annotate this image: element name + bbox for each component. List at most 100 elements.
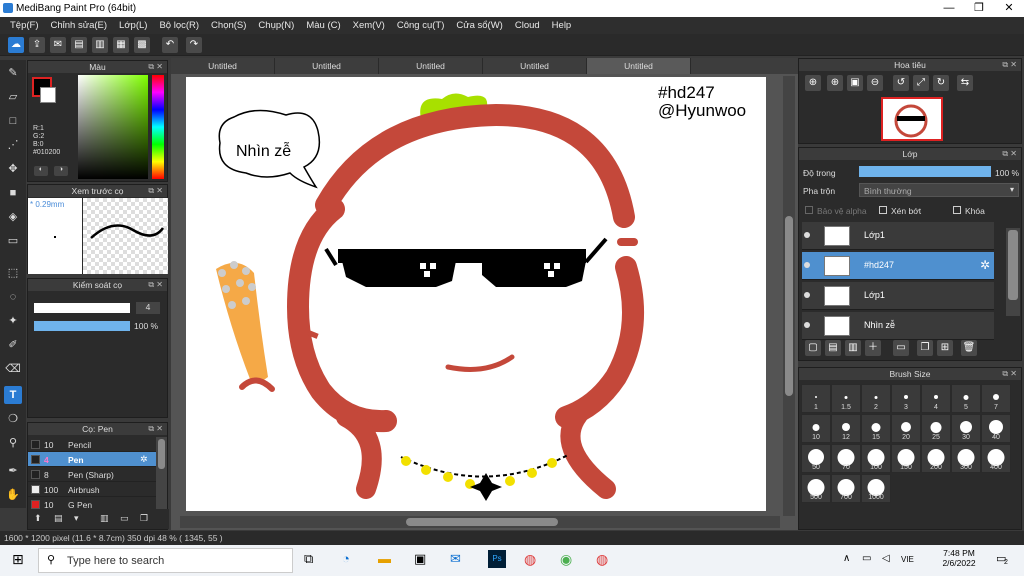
redo-icon[interactable]: ↷ xyxy=(186,37,202,53)
brush-size-cell[interactable]: 10 xyxy=(801,414,831,443)
panel-expand-icon[interactable]: ⧉ ✕ xyxy=(148,185,163,197)
menu-edit[interactable]: Chỉnh sửa(E) xyxy=(45,17,114,34)
tray-chevron-icon[interactable]: ∧ xyxy=(843,553,850,564)
brush-size-cell[interactable]: 30 xyxy=(951,414,981,443)
brush-list-scrollbar[interactable] xyxy=(156,437,167,509)
actual-size-icon[interactable]: ▣ xyxy=(847,75,863,91)
store-icon[interactable]: ▣ xyxy=(414,551,426,567)
panel-expand-icon[interactable]: ⧉ ✕ xyxy=(148,279,163,291)
gear-icon[interactable]: ✲ xyxy=(140,454,148,465)
language-indicator[interactable]: VIE xyxy=(901,555,914,564)
rect-tool-icon[interactable]: □ xyxy=(4,112,22,130)
navigator-thumbnail[interactable] xyxy=(881,97,943,141)
panel-expand-icon[interactable]: ⧉ ✕ xyxy=(1002,59,1017,71)
brush-size-cell[interactable]: 12 xyxy=(831,414,861,443)
hand-tool-icon[interactable]: ✋ xyxy=(4,486,22,504)
tab-untitled-1[interactable]: Untitled xyxy=(171,58,275,74)
panel-expand-icon[interactable]: ⧉ ✕ xyxy=(1002,148,1017,160)
brush-size-cell[interactable]: 5 xyxy=(951,384,981,413)
protect-alpha-checkbox[interactable] xyxy=(805,206,813,214)
menu-color[interactable]: Màu (C) xyxy=(300,17,346,34)
text-tool-icon[interactable]: T xyxy=(4,386,22,404)
minimize-button[interactable]: — xyxy=(934,0,964,17)
layer-opacity-slider[interactable] xyxy=(859,166,991,177)
palette-icon[interactable]: ◐ xyxy=(34,166,48,176)
rotate-right-icon[interactable]: ↻ xyxy=(933,75,949,91)
brush-size-cell[interactable]: 1000 xyxy=(861,474,891,503)
clock[interactable]: 7:48 PM 2/6/2022 xyxy=(934,548,984,568)
brush-list-item[interactable]: 10 Pencil xyxy=(28,437,156,452)
brush-size-cell[interactable]: 300 xyxy=(951,444,981,473)
panel-icon[interactable]: ▦ xyxy=(113,37,129,53)
drawing-canvas[interactable]: Nhìn zễ #hd247 @Hyunwoo xyxy=(186,77,766,511)
add-brush-icon[interactable]: ⬆ xyxy=(34,513,42,524)
brush-folder-icon[interactable]: ▭ xyxy=(120,513,129,524)
brush-menu-icon[interactable]: ▤ xyxy=(54,513,63,524)
brush-size-cell[interactable]: 150 xyxy=(891,444,921,473)
menu-cloud[interactable]: Cloud xyxy=(509,17,546,34)
taskbar-search[interactable]: ⚲ Type here to search xyxy=(38,548,293,573)
brush-duplicate-icon[interactable]: ❐ xyxy=(140,513,148,524)
task-view-icon[interactable]: ⧉ xyxy=(304,551,313,567)
brush-list-item[interactable]: 4 Pen ✲ xyxy=(28,452,156,467)
layer-row[interactable]: Lớp1 xyxy=(802,222,994,250)
bucket-tool-icon[interactable]: ◈ xyxy=(4,208,22,226)
panel-expand-icon[interactable]: ⧉ ✕ xyxy=(148,423,163,435)
select-pen-icon[interactable]: ✐ xyxy=(4,336,22,354)
layer-row[interactable]: Nhìn zễ xyxy=(802,312,994,340)
menu-window[interactable]: Cửa sổ(W) xyxy=(450,17,508,34)
menu-snap[interactable]: Chụp(N) xyxy=(252,17,300,34)
share-icon[interactable]: ⇪ xyxy=(29,37,45,53)
rotate-left-icon[interactable]: ↺ xyxy=(893,75,909,91)
brush-size-cell[interactable]: 3 xyxy=(891,384,921,413)
dot-tool-icon[interactable]: ⋰ xyxy=(4,136,22,154)
brush-list-item[interactable]: 100 Airbrush xyxy=(28,482,156,497)
brush-size-cell[interactable]: 40 xyxy=(981,414,1011,443)
brush-size-cell[interactable]: 4 xyxy=(921,384,951,413)
brush-size-cell[interactable]: 7 xyxy=(981,384,1011,413)
brush-size-cell[interactable]: 25 xyxy=(921,414,951,443)
mail-icon[interactable]: ✉ xyxy=(450,551,461,567)
brush-size-cell[interactable]: 2 xyxy=(861,384,891,413)
medibang-icon[interactable]: ◉ xyxy=(560,551,572,568)
grid-icon[interactable]: ▩ xyxy=(134,37,150,53)
layer-scrollbar[interactable] xyxy=(1006,228,1020,316)
maximize-button[interactable]: ❐ xyxy=(964,0,994,17)
brush-list-item[interactable]: 8 Pen (Sharp) xyxy=(28,467,156,482)
brush-size-cell[interactable]: 1 xyxy=(801,384,831,413)
layer-scroll-thumb[interactable] xyxy=(1008,230,1018,300)
gradient-tool-icon[interactable]: ▭ xyxy=(4,232,22,250)
page-icon[interactable]: ▥ xyxy=(92,37,108,53)
panel-expand-icon[interactable]: ⧉ ✕ xyxy=(1002,368,1017,380)
brush-size-cell[interactable]: 500 xyxy=(801,474,831,503)
select-tool-icon[interactable]: ⬚ xyxy=(4,264,22,282)
brush-size-cell[interactable]: 400 xyxy=(981,444,1011,473)
document-icon[interactable]: ▤ xyxy=(71,37,87,53)
layer-folder-icon[interactable]: ▭ xyxy=(893,340,909,356)
horizontal-scroll-thumb[interactable] xyxy=(406,518,558,526)
brush-size-cell[interactable]: 1.5 xyxy=(831,384,861,413)
menu-filter[interactable]: Bộ lọc(R) xyxy=(153,17,205,34)
select-eraser-icon[interactable]: ⌫ xyxy=(4,360,22,378)
zoom-fit-icon[interactable]: ⊕ xyxy=(805,75,821,91)
brush-tool-icon[interactable]: ✎ xyxy=(4,64,22,82)
new-layer-icon[interactable]: ▢ xyxy=(805,340,821,356)
visibility-icon[interactable] xyxy=(804,232,810,238)
horizontal-scrollbar[interactable] xyxy=(180,516,780,528)
brush-list-scroll-thumb[interactable] xyxy=(158,439,165,469)
chrome-icon[interactable]: ◍ xyxy=(524,551,536,568)
balloon-tool-icon[interactable]: ❍ xyxy=(4,410,22,428)
volume-icon[interactable]: ◁ xyxy=(882,553,890,564)
brush-size-cell[interactable]: 15 xyxy=(861,414,891,443)
brush-size-slider[interactable] xyxy=(34,303,130,313)
vertical-scroll-thumb[interactable] xyxy=(785,216,793,396)
color-picker-icon[interactable]: ✒ xyxy=(4,462,22,480)
eyedropper-tool-icon[interactable]: ⚲ xyxy=(4,434,22,452)
menu-tools[interactable]: Công cụ(T) xyxy=(391,17,451,34)
brush-size-cell[interactable]: 700 xyxy=(831,474,861,503)
clipping-checkbox[interactable] xyxy=(879,206,887,214)
brush-copy-icon[interactable]: ▥ xyxy=(100,513,109,524)
chrome-profile-icon[interactable]: ◍ xyxy=(596,551,608,568)
file-explorer-icon[interactable]: ▬ xyxy=(378,551,391,566)
menu-help[interactable]: Help xyxy=(546,17,578,34)
